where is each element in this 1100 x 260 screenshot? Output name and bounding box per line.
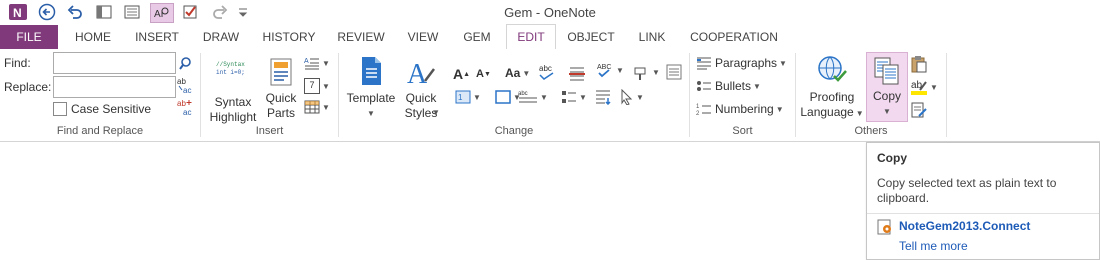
tab-object[interactable]: OBJECT bbox=[560, 25, 622, 49]
highlight-ab-icon: ab bbox=[911, 80, 927, 95]
template-button[interactable]: Template ▼ bbox=[342, 55, 400, 123]
svg-text:abc: abc bbox=[539, 64, 552, 73]
svg-text:ab: ab bbox=[177, 99, 186, 108]
group-label-find-replace: Find and Replace bbox=[56, 125, 144, 137]
find-label: Find: bbox=[4, 56, 31, 70]
svg-text:ABC: ABC bbox=[597, 64, 611, 71]
svg-text:A: A bbox=[304, 58, 309, 65]
shrink-font-button[interactable]: A ▼ bbox=[476, 68, 491, 80]
sort-icon[interactable] bbox=[594, 89, 612, 108]
copy-icon bbox=[873, 56, 901, 86]
abc-check-icon: ABC bbox=[597, 64, 611, 78]
svg-text:1: 1 bbox=[458, 93, 463, 102]
group-label-insert: Insert bbox=[255, 125, 284, 137]
tooltip-divider bbox=[867, 213, 1099, 214]
ribbon-tab-bar: FILE HOME INSERT DRAW HISTORY REVIEW VIE… bbox=[0, 24, 1100, 51]
text-list-dropdown[interactable]: A ▼ bbox=[304, 56, 330, 70]
svg-text:ac: ac bbox=[183, 86, 191, 94]
svg-text:2: 2 bbox=[696, 111, 700, 116]
replace-input[interactable] bbox=[53, 76, 176, 98]
tooltip-title: Copy bbox=[877, 151, 907, 165]
case-sensitive-checkbox[interactable] bbox=[53, 102, 67, 116]
quick-styles-caret: ▼ bbox=[432, 108, 440, 117]
tab-home[interactable]: HOME bbox=[62, 25, 124, 49]
replace-label: Replace: bbox=[4, 80, 52, 94]
tab-edit[interactable]: EDIT bbox=[506, 24, 556, 51]
bullets-dropdown[interactable]: Bullets ▼ bbox=[696, 79, 761, 93]
tab-link[interactable]: LINK bbox=[628, 25, 676, 49]
find-search-icon[interactable] bbox=[178, 56, 192, 73]
change-case-dropdown[interactable]: Aa ▼ bbox=[505, 66, 530, 80]
syntax-highlight-button[interactable]: //Syntax int i=0; Syntax Highlight bbox=[205, 57, 261, 124]
grow-font-button[interactable]: A ▲ bbox=[453, 66, 470, 82]
group-label-sort: Sort bbox=[732, 125, 753, 137]
paragraphs-icon bbox=[697, 57, 711, 70]
svg-text:A: A bbox=[407, 59, 428, 87]
strikethrough-icon[interactable] bbox=[568, 65, 586, 84]
tell-me-more-link[interactable]: Tell me more bbox=[899, 239, 968, 253]
syntax-preview-icon: //Syntax int i=0; bbox=[216, 61, 245, 76]
proofing-globe-icon bbox=[816, 54, 848, 86]
select-dropdown[interactable]: ▼ bbox=[620, 89, 644, 105]
tab-draw[interactable]: DRAW bbox=[192, 25, 250, 49]
cursor-icon bbox=[621, 89, 633, 105]
quick-parts-icon bbox=[268, 57, 294, 87]
text-abc-icon: abc bbox=[518, 91, 537, 103]
template-icon bbox=[359, 55, 383, 87]
highlight-dropdown[interactable]: ab ▼ bbox=[910, 78, 938, 96]
window-title: Gem - OneNote bbox=[504, 5, 596, 20]
svg-text:ab: ab bbox=[177, 77, 186, 86]
svg-text:ac: ac bbox=[183, 108, 191, 116]
addin-gear-icon bbox=[877, 219, 893, 238]
copy-button[interactable]: Copy ▼ bbox=[866, 52, 908, 122]
edit-page-icon[interactable] bbox=[910, 101, 928, 122]
bullet-grid-dropdown[interactable]: ▼ bbox=[561, 89, 587, 105]
svg-text:abc: abc bbox=[518, 91, 528, 97]
format-painter-dropdown[interactable]: ▼ bbox=[632, 63, 660, 81]
calendar-icon: 7 bbox=[304, 78, 320, 94]
paragraphs-dropdown[interactable]: Paragraphs ▼ bbox=[696, 56, 787, 70]
tooltip-addin-name: NoteGem2013.Connect bbox=[899, 219, 1031, 233]
bullets-icon bbox=[697, 81, 711, 91]
bullet-grid-icon bbox=[562, 91, 576, 103]
text-list-icon: A bbox=[304, 58, 319, 70]
quick-styles-icon: A bbox=[406, 55, 436, 90]
svg-text:1: 1 bbox=[696, 104, 700, 110]
tab-review[interactable]: REVIEW bbox=[328, 25, 394, 49]
group-label-change: Change bbox=[494, 125, 534, 137]
table-dropdown[interactable]: ▼ bbox=[304, 100, 330, 114]
format-painter-icon bbox=[634, 67, 646, 80]
numbered-dropdown[interactable]: 1 ▼ bbox=[455, 90, 481, 104]
title-bar: N AI Gem - OneNote bbox=[0, 0, 1100, 25]
numbering-dropdown[interactable]: 12 Numbering ▼ bbox=[696, 102, 784, 116]
tab-file[interactable]: FILE bbox=[0, 25, 58, 49]
ribbon: Find: Replace: Case Sensitive ab ac ab ac … bbox=[0, 49, 1100, 142]
tab-history[interactable]: HISTORY bbox=[254, 25, 324, 49]
tab-cooperation[interactable]: COOPERATION bbox=[682, 25, 786, 49]
proofing-language-button[interactable]: Proofing Language ▼ bbox=[800, 54, 864, 122]
replace-all-icon[interactable]: ab ac bbox=[177, 98, 195, 119]
paste-icon[interactable] bbox=[910, 55, 928, 76]
find-input[interactable] bbox=[53, 52, 176, 74]
abc-check-dropdown[interactable]: ABC ▼ bbox=[596, 61, 624, 79]
tooltip-description: Copy selected text as plain text to clip… bbox=[877, 176, 1057, 205]
border-icon bbox=[495, 90, 511, 104]
replace-icon[interactable]: ab ac bbox=[177, 76, 195, 97]
tab-gem[interactable]: GEM bbox=[452, 25, 502, 49]
tab-insert[interactable]: INSERT bbox=[126, 25, 188, 49]
text-abc-dropdown[interactable]: abc ▼ bbox=[518, 88, 548, 106]
date-dropdown[interactable]: 7 ▼ bbox=[304, 78, 330, 94]
quick-parts-button[interactable]: Quick Parts bbox=[261, 57, 301, 123]
numbered-box-icon: 1 bbox=[455, 90, 471, 104]
list-view-icon[interactable] bbox=[666, 64, 682, 83]
group-label-others: Others bbox=[854, 125, 888, 137]
tab-view[interactable]: VIEW bbox=[398, 25, 448, 49]
table-icon bbox=[304, 100, 320, 114]
copy-tooltip: Copy Copy selected text as plain text to… bbox=[866, 142, 1100, 260]
case-sensitive-label: Case Sensitive bbox=[71, 102, 152, 116]
spell-check-icon[interactable]: abc bbox=[538, 63, 556, 84]
group-separator bbox=[946, 53, 947, 137]
numbering-icon: 12 bbox=[696, 104, 711, 116]
